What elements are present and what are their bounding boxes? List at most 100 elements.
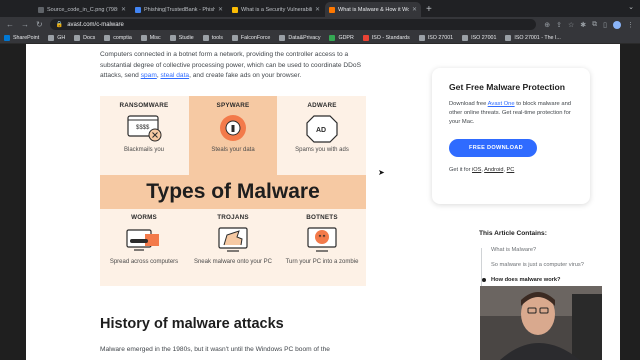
browser-tab[interactable]: Source_code_in_C.png (798×... ✕ — [34, 2, 130, 17]
back-icon[interactable]: ← — [6, 20, 14, 29]
iso-icon — [462, 34, 469, 41]
folder-icon — [169, 34, 176, 41]
window-edge-right — [620, 44, 640, 360]
ransomware-icon: $$$$ — [126, 113, 162, 143]
bookmark-folder[interactable]: comptia — [104, 34, 132, 41]
history-heading: History of malware attacks — [100, 316, 284, 332]
bookmark-item[interactable]: GDPR — [329, 34, 354, 41]
toolbar-icons: ⊕ ⇪ ☆ ✱ ⧉ ▯ ⋮ — [544, 20, 634, 29]
avast-one-link[interactable]: Avast One — [488, 101, 515, 107]
reload-icon[interactable]: ↻ — [36, 20, 43, 29]
table-of-contents: This Article Contains: What is Malware? … — [479, 230, 614, 292]
mouse-cursor-icon: ➤ — [378, 168, 385, 177]
browser-tab-active[interactable]: What is Malware & How it Wor... ✕ — [325, 2, 421, 17]
bookmark-folder[interactable]: GH — [48, 34, 65, 41]
bookmark-folder[interactable]: tools — [202, 34, 223, 41]
spam-link[interactable]: spam — [141, 72, 157, 79]
puzzle-icon[interactable]: ⧉ — [592, 21, 597, 29]
iso-icon — [505, 34, 512, 41]
bookmark-item[interactable]: ISO 27001 - The I... — [505, 34, 561, 41]
download-card: Get Free Malware Protection Download fre… — [432, 68, 590, 204]
browser-toolbar: ← → ↻ 🔒 avast.com/c-malware ⊕ ⇪ ☆ ✱ ⧉ ▯ … — [0, 17, 640, 32]
browser-tab[interactable]: What is a Security Vulnerabili... ✕ — [228, 2, 324, 17]
intro-paragraph: Computers connected in a botnet form a n… — [100, 51, 361, 79]
window-edge-left — [0, 44, 26, 360]
bookmark-item[interactable]: ISO 27001 — [418, 34, 453, 41]
favicon-icon — [329, 6, 335, 13]
favicon-icon — [135, 6, 141, 13]
bookmark-folder[interactable]: Data&Privacy — [279, 34, 320, 41]
adware-cell: ADWARE AD Spams you with ads — [295, 102, 349, 153]
free-download-button[interactable]: FREE DOWNLOAD — [449, 139, 537, 157]
adware-icon: AD — [304, 113, 340, 143]
folder-icon — [140, 34, 147, 41]
menu-icon[interactable]: ⋮ — [627, 21, 634, 29]
folder-icon — [104, 34, 111, 41]
worms-cell: WORMS Spread across computers — [109, 214, 179, 265]
malware-types-infographic: Types of Malware RANSOMWARE $$$$ Blackma… — [100, 96, 366, 286]
bookmark-item[interactable]: ISO 27001 — [462, 34, 496, 41]
forward-icon[interactable]: → — [21, 20, 29, 29]
bookmark-item[interactable]: ISO - Standards — [362, 34, 410, 41]
trojan-horse-icon — [215, 225, 251, 255]
folder-icon — [48, 34, 55, 41]
presenter-video-image — [480, 286, 602, 360]
extension-icon[interactable]: ✱ — [580, 21, 586, 29]
close-tab-icon[interactable]: ✕ — [412, 6, 417, 13]
bookmark-icon — [4, 34, 10, 41]
new-tab-icon[interactable]: + — [426, 2, 432, 17]
iso-icon — [362, 34, 369, 41]
worm-icon — [126, 225, 162, 255]
bookmark-item[interactable]: SharePoint — [4, 34, 39, 41]
tab-bar: Source_code_in_C.png (798×... ✕ Phishing|… — [0, 0, 640, 17]
lock-icon[interactable]: 🔒 — [56, 21, 63, 28]
bookmark-item[interactable]: FalconForce — [231, 34, 270, 41]
history-paragraph: Malware emerged in the 1980s, but it was… — [100, 346, 330, 353]
folder-icon — [279, 34, 286, 41]
ransom-money-text: $$$$ — [136, 125, 150, 131]
tab-search-icon[interactable]: ⌄ — [628, 3, 634, 11]
ios-link[interactable]: iOS — [472, 167, 481, 173]
close-tab-icon[interactable]: ✕ — [121, 6, 126, 13]
close-tab-icon[interactable]: ✕ — [218, 6, 223, 13]
toc-item[interactable]: So malware is just a computer virus? — [491, 262, 614, 268]
bookmark-star-icon[interactable]: ☆ — [568, 21, 574, 29]
webcam-overlay — [480, 286, 602, 360]
url-text: avast.com/c-malware — [67, 21, 124, 28]
gdpr-icon — [329, 34, 336, 41]
close-tab-icon[interactable]: ✕ — [315, 6, 320, 13]
address-bar[interactable]: 🔒 avast.com/c-malware — [49, 19, 537, 30]
card-text: Download free Avast One to block malware… — [449, 101, 572, 125]
toc-item[interactable]: What is Malware? — [491, 247, 614, 253]
botnets-cell: BOTNETS Turn your PC into a zombie — [285, 214, 359, 265]
profile-avatar-icon[interactable] — [613, 20, 621, 29]
android-link[interactable]: Android — [484, 167, 503, 173]
card-title: Get Free Malware Protection — [449, 82, 566, 92]
ad-label-text: AD — [316, 127, 326, 134]
infographic-title-band: Types of Malware — [100, 175, 366, 209]
trojans-cell: TROJANS Sneak malware onto your PC — [193, 214, 273, 265]
install-icon[interactable]: ⊕ — [544, 21, 550, 29]
share-icon[interactable]: ⇪ — [556, 21, 562, 29]
ransomware-cell: RANSOMWARE $$$$ Blackmails you — [119, 102, 169, 153]
zombie-pc-icon — [304, 225, 340, 255]
favicon-icon — [38, 6, 44, 13]
bookmark-folder[interactable]: Studie — [169, 34, 194, 41]
folder-icon — [202, 34, 209, 41]
folder-icon — [74, 34, 81, 41]
spyware-cell: SPYWARE Steals your data — [189, 96, 277, 175]
platform-links: Get it for iOS, Android, PC — [449, 167, 515, 173]
infographic-title: Types of Malware — [146, 180, 320, 203]
page-content: Computers connected in a botnet form a n… — [0, 44, 640, 360]
bookmark-folder[interactable]: Misc — [140, 34, 161, 41]
browser-tab[interactable]: Phishing|TrustedBank - Phishi... ✕ — [131, 2, 227, 17]
steal-data-link[interactable]: steal data — [160, 72, 189, 79]
sidepanel-icon[interactable]: ▯ — [603, 21, 607, 29]
spyware-icon — [215, 113, 251, 143]
falcon-icon — [231, 34, 238, 41]
pc-link[interactable]: PC — [507, 167, 515, 173]
bookmarks-bar: SharePoint GH Docs comptia Misc Studie t… — [0, 32, 640, 44]
bookmark-folder[interactable]: Docs — [74, 34, 95, 41]
toc-item-current[interactable]: How does malware work? — [482, 277, 614, 283]
favicon-icon — [232, 6, 238, 13]
